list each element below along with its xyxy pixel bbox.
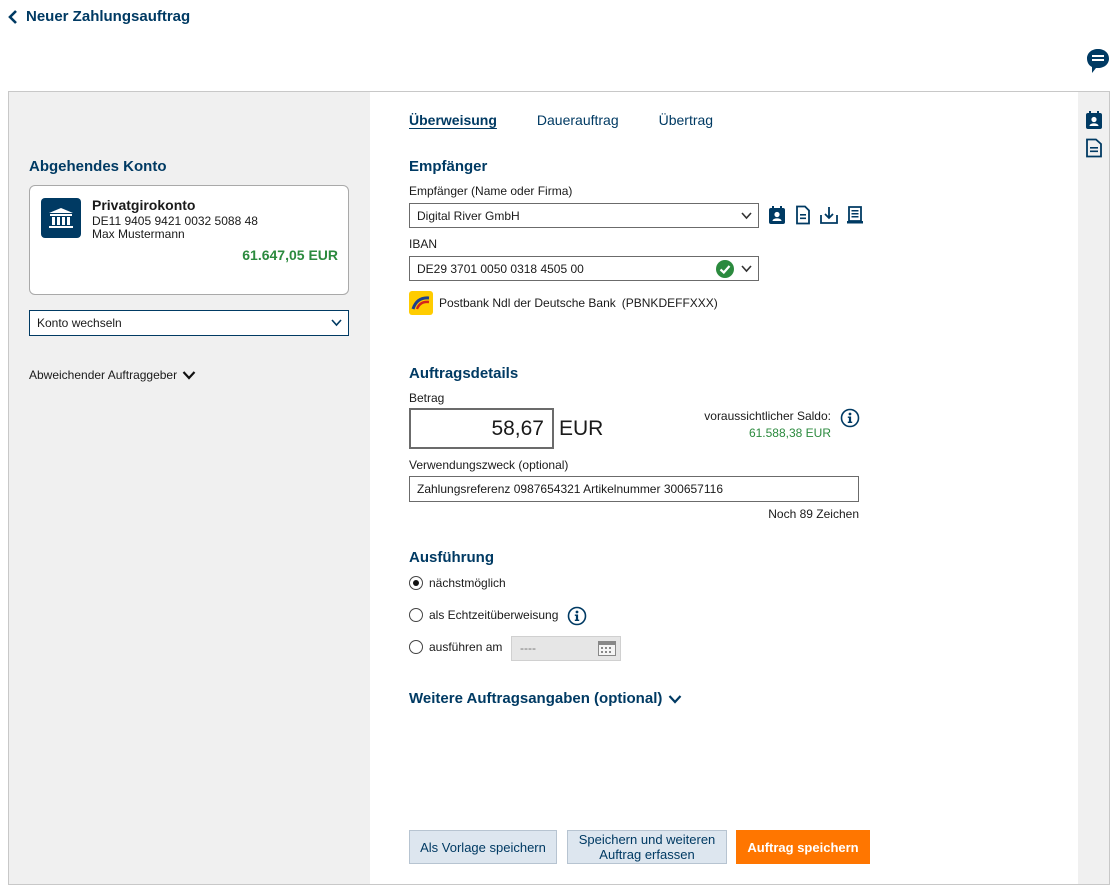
save-and-new-button[interactable]: Speichern und weiteren Auftrag erfassen bbox=[567, 830, 727, 864]
document-icon[interactable] bbox=[1085, 138, 1103, 158]
recipient-name-label: Empfänger (Name oder Firma) bbox=[409, 184, 573, 198]
more-details-toggle[interactable]: Weitere Auftragsangaben (optional) bbox=[409, 690, 682, 707]
amount-label: Betrag bbox=[409, 391, 445, 405]
postbank-logo-icon bbox=[409, 291, 433, 315]
purpose-input[interactable]: Zahlungsreferenz 0987654321 Artikelnumme… bbox=[409, 476, 859, 502]
recipient-name-field[interactable]: Digital River GmbH bbox=[409, 203, 759, 228]
char-count: Noch 89 Zeichen bbox=[768, 507, 859, 521]
switch-account-label: Konto wechseln bbox=[37, 316, 122, 330]
account-name: Privatgirokonto bbox=[92, 197, 196, 213]
outgoing-account-title: Abgehendes Konto bbox=[29, 158, 167, 175]
document-icon[interactable] bbox=[793, 205, 813, 225]
save-order-button[interactable]: Auftrag speichern bbox=[736, 830, 870, 864]
radio-asap-label: nächstmöglich bbox=[429, 576, 506, 590]
recipient-bank-info: Postbank Ndl der Deutsche Bank (PBNKDEFF… bbox=[409, 291, 718, 315]
radio-button[interactable] bbox=[409, 576, 423, 590]
chevron-down-icon bbox=[669, 694, 682, 704]
chevron-down-icon bbox=[182, 371, 196, 380]
bank-name: Postbank Ndl der Deutsche Bank bbox=[439, 296, 616, 310]
account-holder: Max Mustermann bbox=[92, 227, 185, 241]
chevron-down-icon bbox=[331, 319, 342, 327]
purpose-label: Verwendungszweck (optional) bbox=[409, 458, 569, 472]
radio-instant[interactable]: als Echtzeitüberweisung bbox=[409, 608, 558, 622]
chat-icon[interactable] bbox=[1086, 48, 1110, 74]
right-rail bbox=[1078, 92, 1109, 884]
radio-button[interactable] bbox=[409, 640, 423, 654]
save-template-button[interactable]: Als Vorlage speichern bbox=[409, 830, 557, 864]
radio-button[interactable] bbox=[409, 608, 423, 622]
more-details-label: Weitere Auftragsangaben (optional) bbox=[409, 690, 663, 707]
iban-field[interactable]: DE29 3701 0050 0318 4505 00 bbox=[409, 256, 759, 281]
recipient-title: Empfänger bbox=[409, 158, 488, 175]
amount-currency: EUR bbox=[559, 417, 604, 440]
save-and-new-line1: Speichern und weiteren bbox=[578, 832, 716, 847]
account-iban: DE11 9405 9421 0032 5088 48 bbox=[92, 214, 258, 228]
expected-balance-value: 61.588,38 EUR bbox=[748, 426, 831, 440]
other-sender-toggle[interactable]: Abweichender Auftraggeber bbox=[29, 368, 196, 382]
tab-uebertrag[interactable]: Übertrag bbox=[659, 112, 713, 128]
iban-value: DE29 3701 0050 0318 4505 00 bbox=[417, 261, 584, 276]
chevron-down-icon bbox=[741, 265, 752, 273]
iban-label: IBAN bbox=[409, 237, 438, 251]
chevron-left-icon bbox=[8, 9, 17, 24]
expected-balance-label: voraussichtlicher Saldo: bbox=[704, 409, 831, 423]
back-link[interactable]: Neuer Zahlungsauftrag bbox=[8, 8, 190, 25]
info-icon[interactable] bbox=[840, 408, 860, 428]
bank-icon bbox=[41, 198, 81, 238]
execution-title: Ausführung bbox=[409, 549, 494, 566]
other-sender-label: Abweichender Auftraggeber bbox=[29, 368, 178, 382]
recipient-tools bbox=[767, 205, 865, 225]
import-icon[interactable] bbox=[819, 205, 839, 225]
radio-instant-label: als Echtzeitüberweisung bbox=[429, 608, 559, 622]
account-card: Privatgirokonto DE11 9405 9421 0032 5088… bbox=[29, 185, 349, 295]
amount-input[interactable]: 58,67 bbox=[409, 408, 554, 449]
radio-scheduled-label: ausführen am bbox=[429, 640, 503, 654]
receipt-icon[interactable] bbox=[845, 205, 865, 225]
payment-form-frame: Abgehendes Konto Privatgirokonto DE11 94… bbox=[8, 91, 1110, 885]
check-circle-icon bbox=[716, 260, 734, 278]
page-title: Neuer Zahlungsauftrag bbox=[26, 8, 191, 25]
account-balance: 61.647,05 EUR bbox=[242, 247, 338, 263]
address-book-icon[interactable] bbox=[1085, 110, 1103, 130]
execution-date-input[interactable]: ---- bbox=[511, 636, 621, 661]
details-title: Auftragsdetails bbox=[409, 365, 519, 382]
radio-asap[interactable]: nächstmöglich bbox=[409, 576, 506, 590]
recipient-name-value: Digital River GmbH bbox=[417, 208, 520, 223]
payment-type-tabs: Überweisung Dauerauftrag Übertrag bbox=[409, 112, 713, 128]
tab-ueberweisung[interactable]: Überweisung bbox=[409, 112, 497, 128]
chevron-down-icon bbox=[741, 212, 752, 220]
save-and-new-line2: Auftrag erfassen bbox=[599, 847, 695, 862]
bank-bic: (PBNKDEFFXXX) bbox=[621, 296, 718, 310]
switch-account-select[interactable]: Konto wechseln bbox=[29, 310, 349, 336]
radio-scheduled[interactable]: ausführen am bbox=[409, 640, 502, 654]
outgoing-account-pane: Abgehendes Konto Privatgirokonto DE11 94… bbox=[9, 92, 370, 884]
address-book-icon[interactable] bbox=[767, 205, 787, 225]
date-placeholder: ---- bbox=[520, 641, 536, 655]
info-icon[interactable] bbox=[567, 606, 587, 626]
tab-dauerauftrag[interactable]: Dauerauftrag bbox=[537, 112, 619, 128]
calendar-icon[interactable] bbox=[598, 641, 616, 656]
